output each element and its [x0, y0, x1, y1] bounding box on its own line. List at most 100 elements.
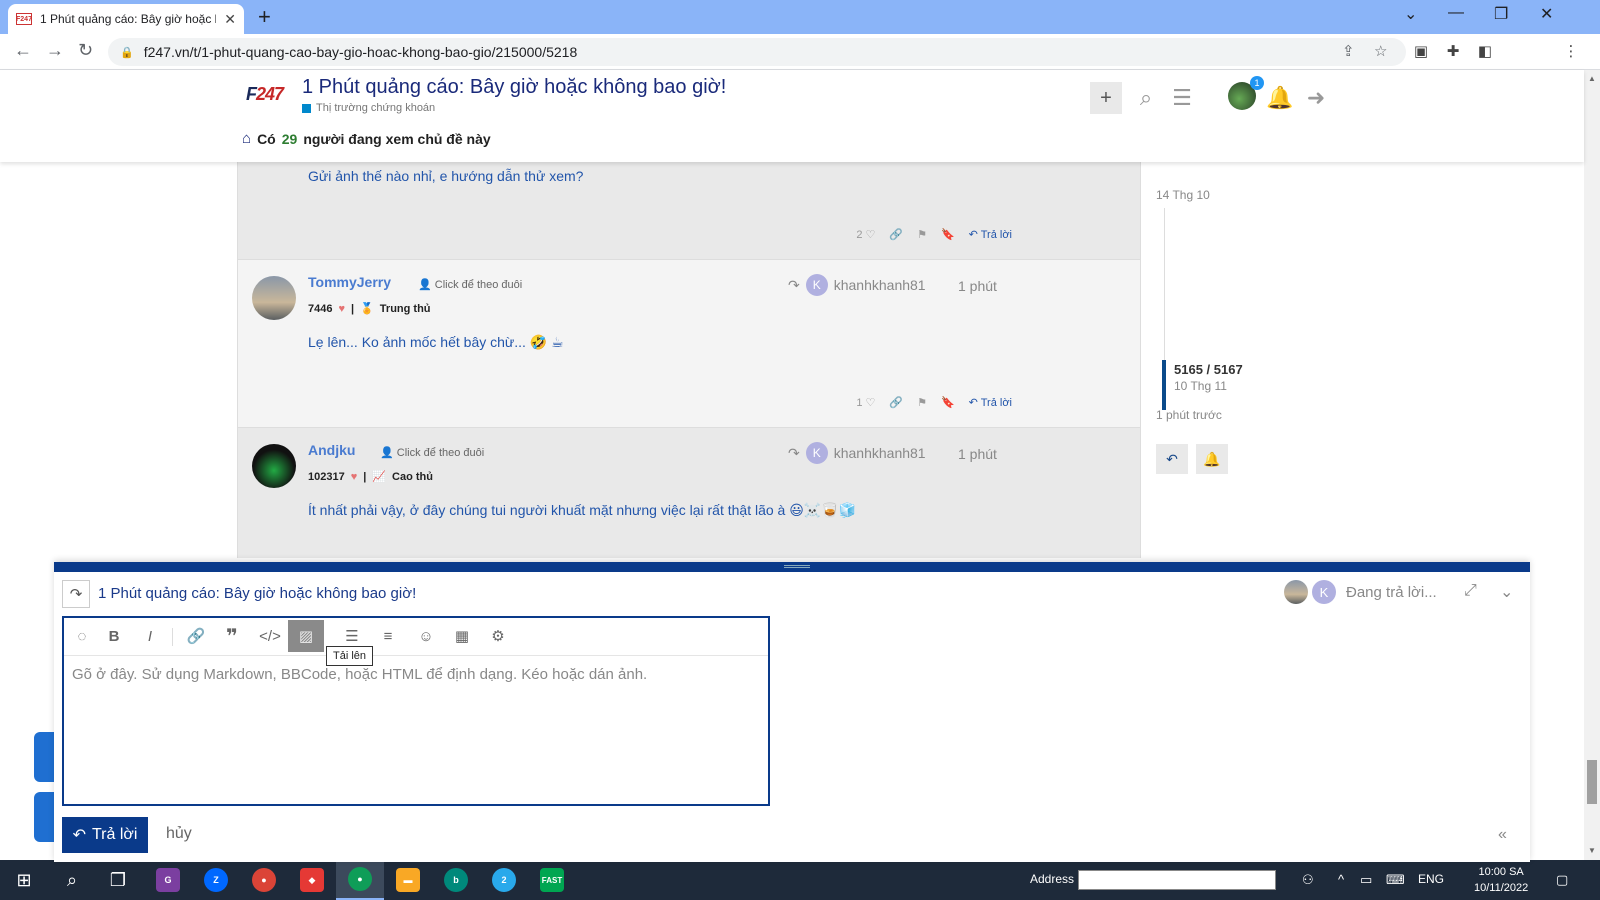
windows-start-icon[interactable]: ⊞ — [0, 860, 48, 900]
post-username[interactable]: TommyJerry — [308, 274, 391, 290]
post-time[interactable]: 1 phút — [958, 278, 997, 294]
taskbar-app-bing[interactable]: b — [432, 860, 480, 900]
link-icon[interactable]: 🔗 — [178, 620, 214, 652]
bold-icon[interactable]: B — [96, 620, 132, 652]
scroll-down-button[interactable] — [34, 792, 56, 842]
numbered-list-icon[interactable]: ≡ — [370, 620, 406, 652]
bell-icon[interactable]: 🔔 — [1264, 82, 1296, 114]
timeline-start-date[interactable]: 14 Thg 10 — [1156, 188, 1210, 202]
telegram-icon: 2 — [492, 868, 516, 892]
anydesk-icon: ◆ — [300, 868, 324, 892]
bookmark-icon[interactable]: 🔖 — [941, 228, 955, 241]
reply-button[interactable]: ↶ Trả lời — [969, 228, 1012, 241]
f247-logo[interactable]: F247 — [246, 84, 284, 105]
logout-icon[interactable]: ➜ — [1300, 82, 1332, 114]
bookmark-star-icon[interactable]: ☆ — [1374, 42, 1387, 60]
follow-button[interactable]: 👤 Click để theo đuôi — [418, 278, 522, 291]
taskbar-app-anydesk[interactable]: ◆ — [288, 860, 336, 900]
timeline-handle[interactable] — [1162, 360, 1166, 410]
timeline-bell-icon[interactable]: 🔔 — [1196, 444, 1228, 474]
scroll-up-arrow-icon[interactable]: ▲ — [1588, 74, 1596, 83]
keyboard-icon[interactable]: ⌨ — [1386, 872, 1405, 888]
reply-to[interactable]: ↷ K khanhkhanh81 — [788, 274, 926, 296]
tray-chevron-icon[interactable]: ^ — [1338, 872, 1344, 887]
post-time[interactable]: 1 phút — [958, 446, 997, 462]
reload-icon[interactable]: ↻ — [78, 40, 93, 61]
taskbar-clock[interactable]: 10:00 SA 10/11/2022 — [1474, 864, 1528, 896]
taskbar-app-zalo[interactable]: Z — [192, 860, 240, 900]
restore-icon[interactable]: ❐ — [1494, 4, 1508, 24]
taskbar-app-chrome[interactable]: ● — [240, 860, 288, 900]
emoji-icon[interactable]: ☺ — [408, 620, 444, 652]
hamburger-menu-icon[interactable]: ☰ — [1166, 82, 1198, 114]
like-button[interactable]: 2 ♡ — [856, 228, 875, 241]
language-indicator[interactable]: ENG — [1418, 872, 1444, 886]
browser-tab[interactable]: F247 1 Phút quảng cáo: Bây giờ hoặc k ✕ — [8, 4, 244, 34]
taskbar-search-icon[interactable]: ⌕ — [48, 860, 96, 900]
code-icon[interactable]: </> — [252, 620, 288, 652]
post-username[interactable]: Andjku — [308, 442, 355, 458]
composer-resize-grip[interactable] — [784, 565, 810, 568]
taskbar-app-explorer[interactable]: ▬ — [384, 860, 432, 900]
flag-icon[interactable]: ⚑ — [917, 228, 927, 241]
url-omnibox[interactable]: 🔒 f247.vn/t/1-phut-quang-cao-bay-gio-hoa… — [108, 38, 1406, 66]
like-button[interactable]: 1 ♡ — [856, 396, 875, 409]
fullscreen-icon[interactable]: ⤢ — [1464, 582, 1477, 600]
taskbar-app-chrome-active[interactable]: ● — [336, 860, 384, 900]
reply-button[interactable]: ↶ Trả lời — [969, 396, 1012, 409]
composer-title[interactable]: 1 Phút quảng cáo: Bây giờ hoặc không bao… — [98, 585, 416, 602]
task-view-icon[interactable]: ❐ — [94, 860, 142, 900]
extension-icon[interactable]: ▣ — [1412, 42, 1430, 60]
composer-action-share-icon[interactable]: ↷ — [62, 580, 90, 608]
close-window-icon[interactable]: ✕ — [1540, 4, 1553, 24]
link-icon[interactable]: 🔗 — [889, 228, 903, 241]
back-icon[interactable]: ← — [14, 40, 32, 61]
taskbar-app-fast[interactable]: FAST — [528, 860, 576, 900]
menu-icon[interactable]: ⋮ — [1562, 42, 1580, 60]
link-icon[interactable]: 🔗 — [889, 396, 903, 409]
post-avatar[interactable] — [252, 276, 296, 320]
taskbar-app-pdf[interactable]: G — [144, 860, 192, 900]
reply-textarea[interactable] — [72, 666, 752, 786]
cancel-link[interactable]: hủy — [166, 825, 192, 843]
tab-search-icon[interactable]: ⌄ — [1404, 4, 1417, 24]
new-topic-plus-icon[interactable]: + — [1090, 82, 1122, 114]
fast-app-icon: FAST — [540, 868, 564, 892]
flag-icon[interactable]: ⚑ — [917, 396, 927, 409]
collapse-chevron-icon[interactable]: ⌄ — [1500, 582, 1513, 602]
scroll-down-arrow-icon[interactable]: ▼ — [1588, 846, 1596, 855]
page-scrollbar[interactable]: ▲ ▼ — [1584, 70, 1600, 860]
upload-image-icon[interactable]: ▨ — [288, 620, 324, 652]
forward-icon[interactable]: → — [46, 40, 64, 61]
search-icon[interactable]: ⌕ — [1130, 82, 1162, 114]
scroll-up-button[interactable] — [34, 732, 56, 782]
italic-icon[interactable]: I — [132, 620, 168, 652]
reply-to[interactable]: ↷ K khanhkhanh81 — [788, 442, 926, 464]
submit-reply-button[interactable]: ↶ Trả lời — [62, 817, 148, 853]
post-body: Ít nhất phải vậy, ở đây chúng tui người … — [308, 502, 857, 518]
network-icon[interactable]: ▭ — [1360, 872, 1372, 888]
topic-title[interactable]: 1 Phút quảng cáo: Bây giờ hoặc không bao… — [302, 76, 726, 99]
collapse-preview-icon[interactable]: « — [1498, 826, 1507, 844]
calendar-icon[interactable]: ▦ — [444, 620, 480, 652]
blockquote-icon[interactable]: ❞ — [214, 620, 250, 652]
tab-close-icon[interactable]: ✕ — [224, 11, 236, 28]
scroll-thumb[interactable] — [1587, 760, 1597, 804]
sidebar-icon[interactable]: ◧ — [1476, 42, 1494, 60]
minimize-icon[interactable]: — — [1448, 4, 1464, 22]
post-avatar[interactable] — [252, 444, 296, 488]
category-badge[interactable]: Thị trường chứng khoán — [302, 102, 435, 114]
timeline-reply-icon[interactable]: ↶ — [1156, 444, 1188, 474]
puzzle-extensions-icon[interactable]: ✚ — [1444, 42, 1462, 60]
bookmark-icon[interactable]: 🔖 — [941, 396, 955, 409]
taskbar-app-telegram[interactable]: 2 — [480, 860, 528, 900]
follow-button[interactable]: 👤 Click để theo đuôi — [380, 446, 484, 459]
action-center-icon[interactable]: ▢ — [1556, 872, 1568, 888]
new-tab-icon[interactable]: + — [258, 4, 271, 30]
gear-icon[interactable]: ⚙ — [480, 620, 516, 652]
timeline-last-activity[interactable]: 1 phút trước — [1156, 408, 1222, 422]
share-icon[interactable]: ⇪ — [1342, 42, 1355, 60]
quote-bubble-icon[interactable]: ◌ — [64, 620, 100, 652]
address-toolbar-input[interactable] — [1078, 870, 1276, 890]
people-icon[interactable]: ⚇ — [1302, 872, 1314, 888]
